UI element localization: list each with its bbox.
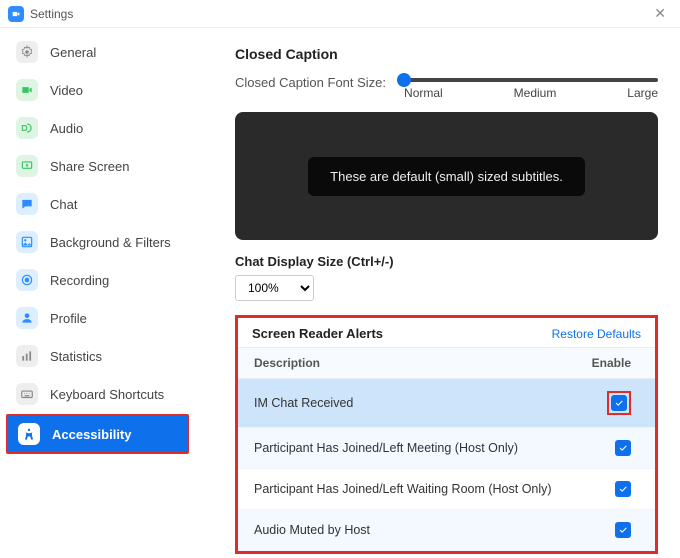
sidebar-item-video[interactable]: Video [6, 72, 189, 108]
alert-row[interactable]: Participant Has Joined/Left Meeting (Hos… [238, 428, 655, 469]
sidebar-item-profile[interactable]: Profile [6, 300, 189, 336]
window-title: Settings [30, 7, 73, 21]
alert-description: IM Chat Received [254, 396, 353, 410]
font-size-slider[interactable] [404, 78, 658, 82]
titlebar: Settings ✕ [0, 0, 680, 28]
alert-checkbox[interactable] [615, 440, 631, 456]
sidebar-item-label: Keyboard Shortcuts [50, 387, 164, 402]
alert-checkbox[interactable] [611, 395, 627, 411]
restore-defaults-link[interactable]: Restore Defaults [552, 327, 641, 341]
alert-description: Participant Has Joined/Left Meeting (Hos… [254, 441, 518, 455]
preview-subtitle-text: These are default (small) sized subtitle… [308, 157, 585, 196]
sidebar-item-label: Accessibility [52, 427, 132, 442]
caption-preview: These are default (small) sized subtitle… [235, 112, 658, 240]
sidebar-item-label: General [50, 45, 96, 60]
slider-label-normal: Normal [404, 86, 443, 100]
sidebar-item-audio[interactable]: Audio [6, 110, 189, 146]
chat-size-select[interactable]: 100% [235, 275, 314, 301]
background-icon [16, 231, 38, 253]
alert-row[interactable]: Audio Muted by Host [238, 510, 655, 551]
audio-icon [16, 117, 38, 139]
sidebar-item-statistics[interactable]: Statistics [6, 338, 189, 374]
alert-description: Participant Has Joined/Left Waiting Room… [254, 482, 552, 496]
slider-label-large: Large [627, 86, 658, 100]
sidebar-item-label: Statistics [50, 349, 102, 364]
alert-row[interactable]: IM Chat Received [238, 379, 655, 428]
sidebar-item-label: Share Screen [50, 159, 130, 174]
sidebar-item-accessibility[interactable]: Accessibility [6, 414, 189, 454]
sidebar-item-label: Audio [50, 121, 83, 136]
alert-row[interactable]: Participant Has Joined/Left Waiting Room… [238, 469, 655, 510]
alert-description: Audio Muted by Host [254, 523, 370, 537]
sidebar-item-chat[interactable]: Chat [6, 186, 189, 222]
chat-size-label: Chat Display Size (Ctrl+/-) [235, 254, 658, 269]
screen-reader-alerts-panel: Screen Reader Alerts Restore Defaults De… [235, 315, 658, 554]
sidebar-item-general[interactable]: General [6, 34, 189, 70]
slider-thumb[interactable] [397, 73, 411, 87]
app-icon [8, 6, 24, 22]
font-size-label: Closed Caption Font Size: [235, 72, 386, 90]
sidebar-item-label: Profile [50, 311, 87, 326]
stats-icon [16, 345, 38, 367]
sidebar-item-label: Background & Filters [50, 235, 171, 250]
keyboard-icon [16, 383, 38, 405]
alert-checkbox[interactable] [615, 522, 631, 538]
sidebar: General Video Audio Share Screen Chat Ba… [0, 28, 195, 558]
col-enable: Enable [592, 356, 631, 370]
sidebar-item-recording[interactable]: Recording [6, 262, 189, 298]
sidebar-item-background-filters[interactable]: Background & Filters [6, 224, 189, 260]
alert-checkbox[interactable] [615, 481, 631, 497]
record-icon [16, 269, 38, 291]
sidebar-item-label: Video [50, 83, 83, 98]
gear-icon [16, 41, 38, 63]
accessibility-icon [18, 423, 40, 445]
share-icon [16, 155, 38, 177]
alerts-title: Screen Reader Alerts [252, 326, 383, 341]
sidebar-item-label: Chat [50, 197, 77, 212]
closed-caption-title: Closed Caption [235, 46, 658, 62]
video-icon [16, 79, 38, 101]
profile-icon [16, 307, 38, 329]
sidebar-item-keyboard-shortcuts[interactable]: Keyboard Shortcuts [6, 376, 189, 412]
main-content: Closed Caption Closed Caption Font Size:… [195, 28, 680, 558]
checkbox-highlight [607, 391, 631, 415]
chat-icon [16, 193, 38, 215]
close-button[interactable]: ✕ [648, 3, 672, 24]
slider-label-medium: Medium [514, 86, 557, 100]
alerts-table-header: Description Enable [238, 347, 655, 379]
sidebar-item-label: Recording [50, 273, 109, 288]
sidebar-item-share-screen[interactable]: Share Screen [6, 148, 189, 184]
col-description: Description [254, 356, 320, 370]
